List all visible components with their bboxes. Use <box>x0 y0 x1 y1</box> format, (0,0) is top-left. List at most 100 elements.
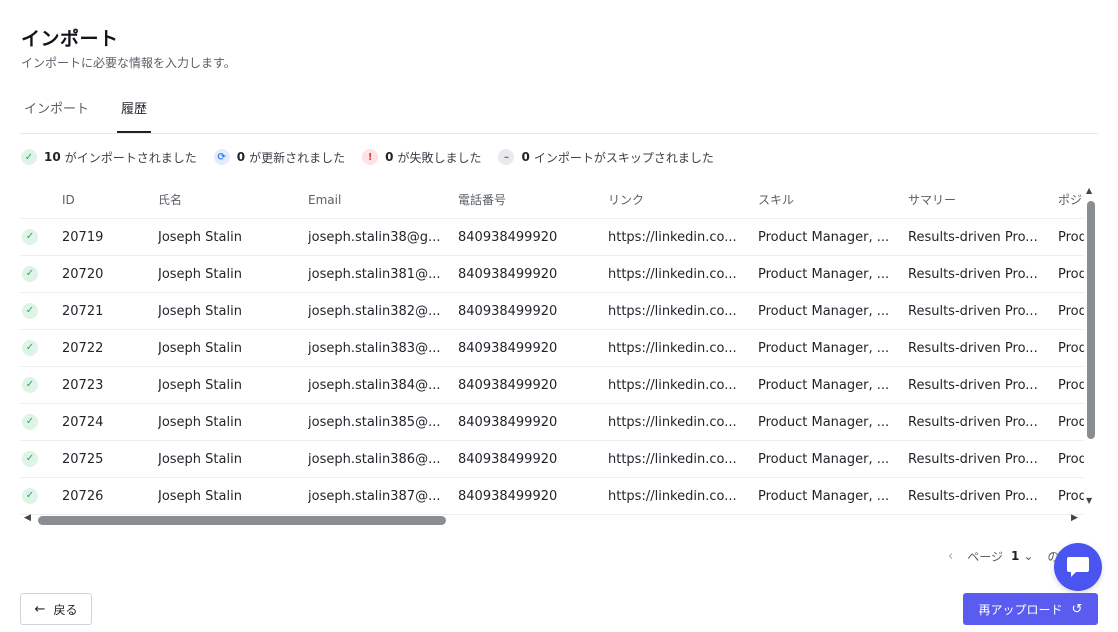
cell-summary: Results-driven Pro... <box>908 489 1038 504</box>
column-header-name[interactable]: 氏名 <box>158 182 298 219</box>
cell-summary: Results-driven Pro... <box>908 415 1038 430</box>
cell-phone: 840938499920 <box>458 304 558 319</box>
tab-import[interactable]: インポート <box>24 98 89 117</box>
cell-id: 20724 <box>62 415 104 430</box>
column-header-position[interactable]: ポジ <box>1058 182 1084 219</box>
scroll-left-icon[interactable]: ◀ <box>24 513 31 523</box>
current-page[interactable]: 1 <box>1011 549 1019 563</box>
tab-history[interactable]: 履歴 <box>121 98 147 117</box>
table-row[interactable]: ✓ 20722 Joseph Stalin joseph.stalin383@... 8… <box>20 330 1084 367</box>
pagination: ‹ ページ 1 ⌄ の <box>948 546 1059 566</box>
row-status-cell: ✓ <box>22 293 42 330</box>
cell-name: Joseph Stalin <box>158 267 242 282</box>
cell-id: 20722 <box>62 341 104 356</box>
cell-phone: 840938499920 <box>458 341 558 356</box>
column-header-link[interactable]: リンク <box>608 182 748 219</box>
check-circle-icon: ✓ <box>22 228 38 245</box>
cell-name: Joseph Stalin <box>158 489 242 504</box>
cell-phone: 840938499920 <box>458 378 558 393</box>
cell-skill: Product Manager, ... <box>758 230 890 245</box>
refresh-icon: ⟳ <box>213 149 230 165</box>
cell-name: Joseph Stalin <box>158 415 242 430</box>
stat-failed: ! 0 が失敗しました <box>362 149 481 166</box>
table-row[interactable]: ✓ 20725 Joseph Stalin joseph.stalin386@... 8… <box>20 441 1084 478</box>
row-status-cell: ✓ <box>22 367 42 404</box>
stat-imported: ✓ 10 がインポートされました <box>21 149 197 166</box>
cell-link: https://linkedin.co... <box>608 489 737 504</box>
check-circle-icon: ✓ <box>22 450 38 467</box>
cell-name: Joseph Stalin <box>158 304 242 319</box>
tab-bar: インポート 履歴 <box>20 88 1098 134</box>
cell-id: 20721 <box>62 304 104 319</box>
cell-position: Prod <box>1058 378 1084 393</box>
table-row[interactable]: ✓ 20719 Joseph Stalin joseph.stalin38@g... 8… <box>20 219 1084 256</box>
table-row[interactable]: ✓ 20723 Joseph Stalin joseph.stalin384@... 8… <box>20 367 1084 404</box>
cell-phone: 840938499920 <box>458 230 558 245</box>
cell-name: Joseph Stalin <box>158 378 242 393</box>
column-header-phone[interactable]: 電話番号 <box>458 182 598 219</box>
table-row[interactable]: ✓ 20720 Joseph Stalin joseph.stalin381@... 8… <box>20 256 1084 293</box>
cell-email: joseph.stalin38@g... <box>308 230 441 245</box>
rotate-ccw-icon: ↺ <box>1071 601 1083 617</box>
check-circle-icon: ✓ <box>22 487 38 504</box>
cell-id: 20726 <box>62 489 104 504</box>
stat-skipped-count: 0 <box>521 150 530 164</box>
cell-id: 20723 <box>62 378 104 393</box>
cell-skill: Product Manager, ... <box>758 378 890 393</box>
cell-email: joseph.stalin387@... <box>308 489 441 504</box>
error-icon: ! <box>362 149 379 165</box>
cell-phone: 840938499920 <box>458 415 558 430</box>
status-column-header <box>22 182 42 219</box>
cell-link: https://linkedin.co... <box>608 452 737 467</box>
stat-failed-count: 0 <box>385 150 394 164</box>
check-circle-icon: ✓ <box>22 339 38 356</box>
chat-widget-button[interactable] <box>1054 543 1102 591</box>
cell-summary: Results-driven Pro... <box>908 230 1038 245</box>
cell-phone: 840938499920 <box>458 489 558 504</box>
table-row[interactable]: ✓ 20721 Joseph Stalin joseph.stalin382@... 8… <box>20 293 1084 330</box>
cell-name: Joseph Stalin <box>158 341 242 356</box>
cell-summary: Results-driven Pro... <box>908 341 1038 356</box>
row-status-cell: ✓ <box>22 219 42 256</box>
reupload-button[interactable]: 再アップロード ↺ <box>963 593 1098 625</box>
table-row[interactable]: ✓ 20726 Joseph Stalin joseph.stalin387@... 8… <box>20 478 1084 515</box>
vertical-scroll-thumb[interactable] <box>1087 201 1095 439</box>
row-status-cell: ✓ <box>22 256 42 293</box>
stat-updated: ⟳ 0 が更新されました <box>213 149 346 166</box>
scroll-right-icon[interactable]: ▶ <box>1071 513 1078 523</box>
cell-skill: Product Manager, ... <box>758 304 890 319</box>
import-stats: ✓ 10 がインポートされました ⟳ 0 が更新されました ! 0 が失敗しまし… <box>21 147 731 167</box>
scroll-down-icon[interactable]: ▼ <box>1086 496 1092 505</box>
back-button[interactable]: ← 戻る <box>20 593 92 625</box>
cell-email: joseph.stalin382@... <box>308 304 441 319</box>
row-status-cell: ✓ <box>22 441 42 478</box>
column-header-skill[interactable]: スキル <box>758 182 898 219</box>
cell-skill: Product Manager, ... <box>758 341 890 356</box>
stat-skipped: – 0 インポートがスキップされました <box>498 149 714 166</box>
chevron-left-icon[interactable]: ‹ <box>948 549 953 564</box>
arrow-left-icon: ← <box>34 601 46 617</box>
column-header-id[interactable]: ID <box>62 182 152 219</box>
check-circle-icon: ✓ <box>22 302 38 319</box>
stat-skipped-label: インポートがスキップされました <box>533 150 714 165</box>
cell-skill: Product Manager, ... <box>758 452 890 467</box>
reupload-button-label: 再アップロード <box>978 602 1063 617</box>
cell-phone: 840938499920 <box>458 267 558 282</box>
page-title: インポート <box>21 28 119 50</box>
row-status-cell: ✓ <box>22 478 42 515</box>
column-header-summary[interactable]: サマリー <box>908 182 1048 219</box>
cell-summary: Results-driven Pro... <box>908 304 1038 319</box>
cell-skill: Product Manager, ... <box>758 267 890 282</box>
cell-phone: 840938499920 <box>458 452 558 467</box>
page-label: ページ <box>967 549 1003 564</box>
stat-updated-label: が更新されました <box>249 150 346 165</box>
chevron-down-icon[interactable]: ⌄ <box>1023 549 1033 563</box>
horizontal-scroll-thumb[interactable] <box>38 516 446 525</box>
scroll-up-icon[interactable]: ▲ <box>1086 186 1092 195</box>
column-header-email[interactable]: Email <box>308 182 448 219</box>
cell-email: joseph.stalin381@... <box>308 267 441 282</box>
cell-id: 20720 <box>62 267 104 282</box>
stat-imported-label: がインポートされました <box>64 150 197 165</box>
table-row[interactable]: ✓ 20724 Joseph Stalin joseph.stalin385@... 8… <box>20 404 1084 441</box>
cell-id: 20719 <box>62 230 104 245</box>
